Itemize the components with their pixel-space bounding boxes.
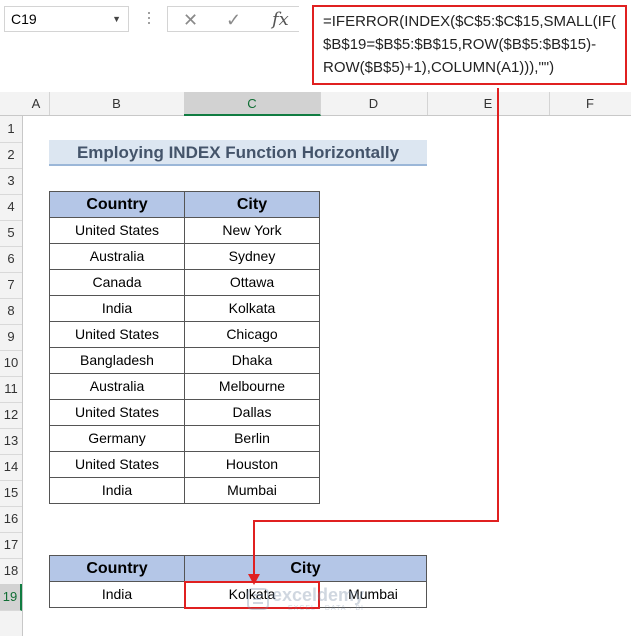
watermark-tagline: EXCEL · DATA · BI <box>288 605 364 612</box>
annotation-arrow <box>248 88 499 585</box>
watermark-name: exceldemy <box>272 585 365 605</box>
exceldemy-watermark: exceldemy EXCEL · DATA · BI <box>244 584 404 616</box>
exceldemy-logo-icon <box>247 588 269 610</box>
arrow-line <box>253 88 499 578</box>
